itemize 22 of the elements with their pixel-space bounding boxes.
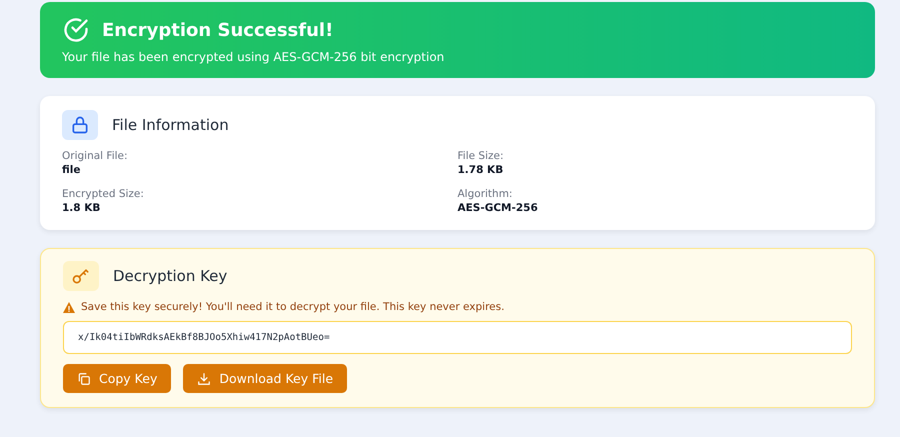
key-field[interactable]: x/Ik04tiIbWRdksAEkBf8BJOo5Xhiw417N2pAotBUeo= [63, 321, 852, 354]
field-value: file [62, 164, 82, 176]
key-icon [63, 261, 99, 291]
copy-key-button[interactable]: Copy Key [63, 364, 172, 393]
card-title: File Information [112, 116, 229, 134]
banner-message: Your file has been encrypted using AES-GCM-256 bit encryption [62, 50, 446, 64]
field-label: File Size: [458, 150, 504, 162]
download-icon [197, 372, 212, 386]
field-value: AES-GCM-256 [458, 202, 539, 214]
card-title: Decryption Key [113, 267, 228, 285]
warning-icon [63, 302, 75, 312]
field-value: 1.8 KB [62, 202, 102, 214]
lock-icon [62, 110, 98, 140]
copy-icon [77, 372, 91, 386]
check-circle-icon [62, 16, 90, 44]
download-button[interactable]: Download Key File [183, 364, 348, 393]
field-label: Original File: [62, 150, 129, 162]
field-label: Encrypted Size: [62, 188, 145, 200]
field-label: Algorithm: [458, 188, 514, 200]
warning-message: Save this key securely! You'll need it to decrypt your file. This key never expires. [81, 301, 504, 313]
banner-title: Encryption Successful! [102, 20, 334, 40]
field-value: 1.78 KB [458, 164, 504, 176]
